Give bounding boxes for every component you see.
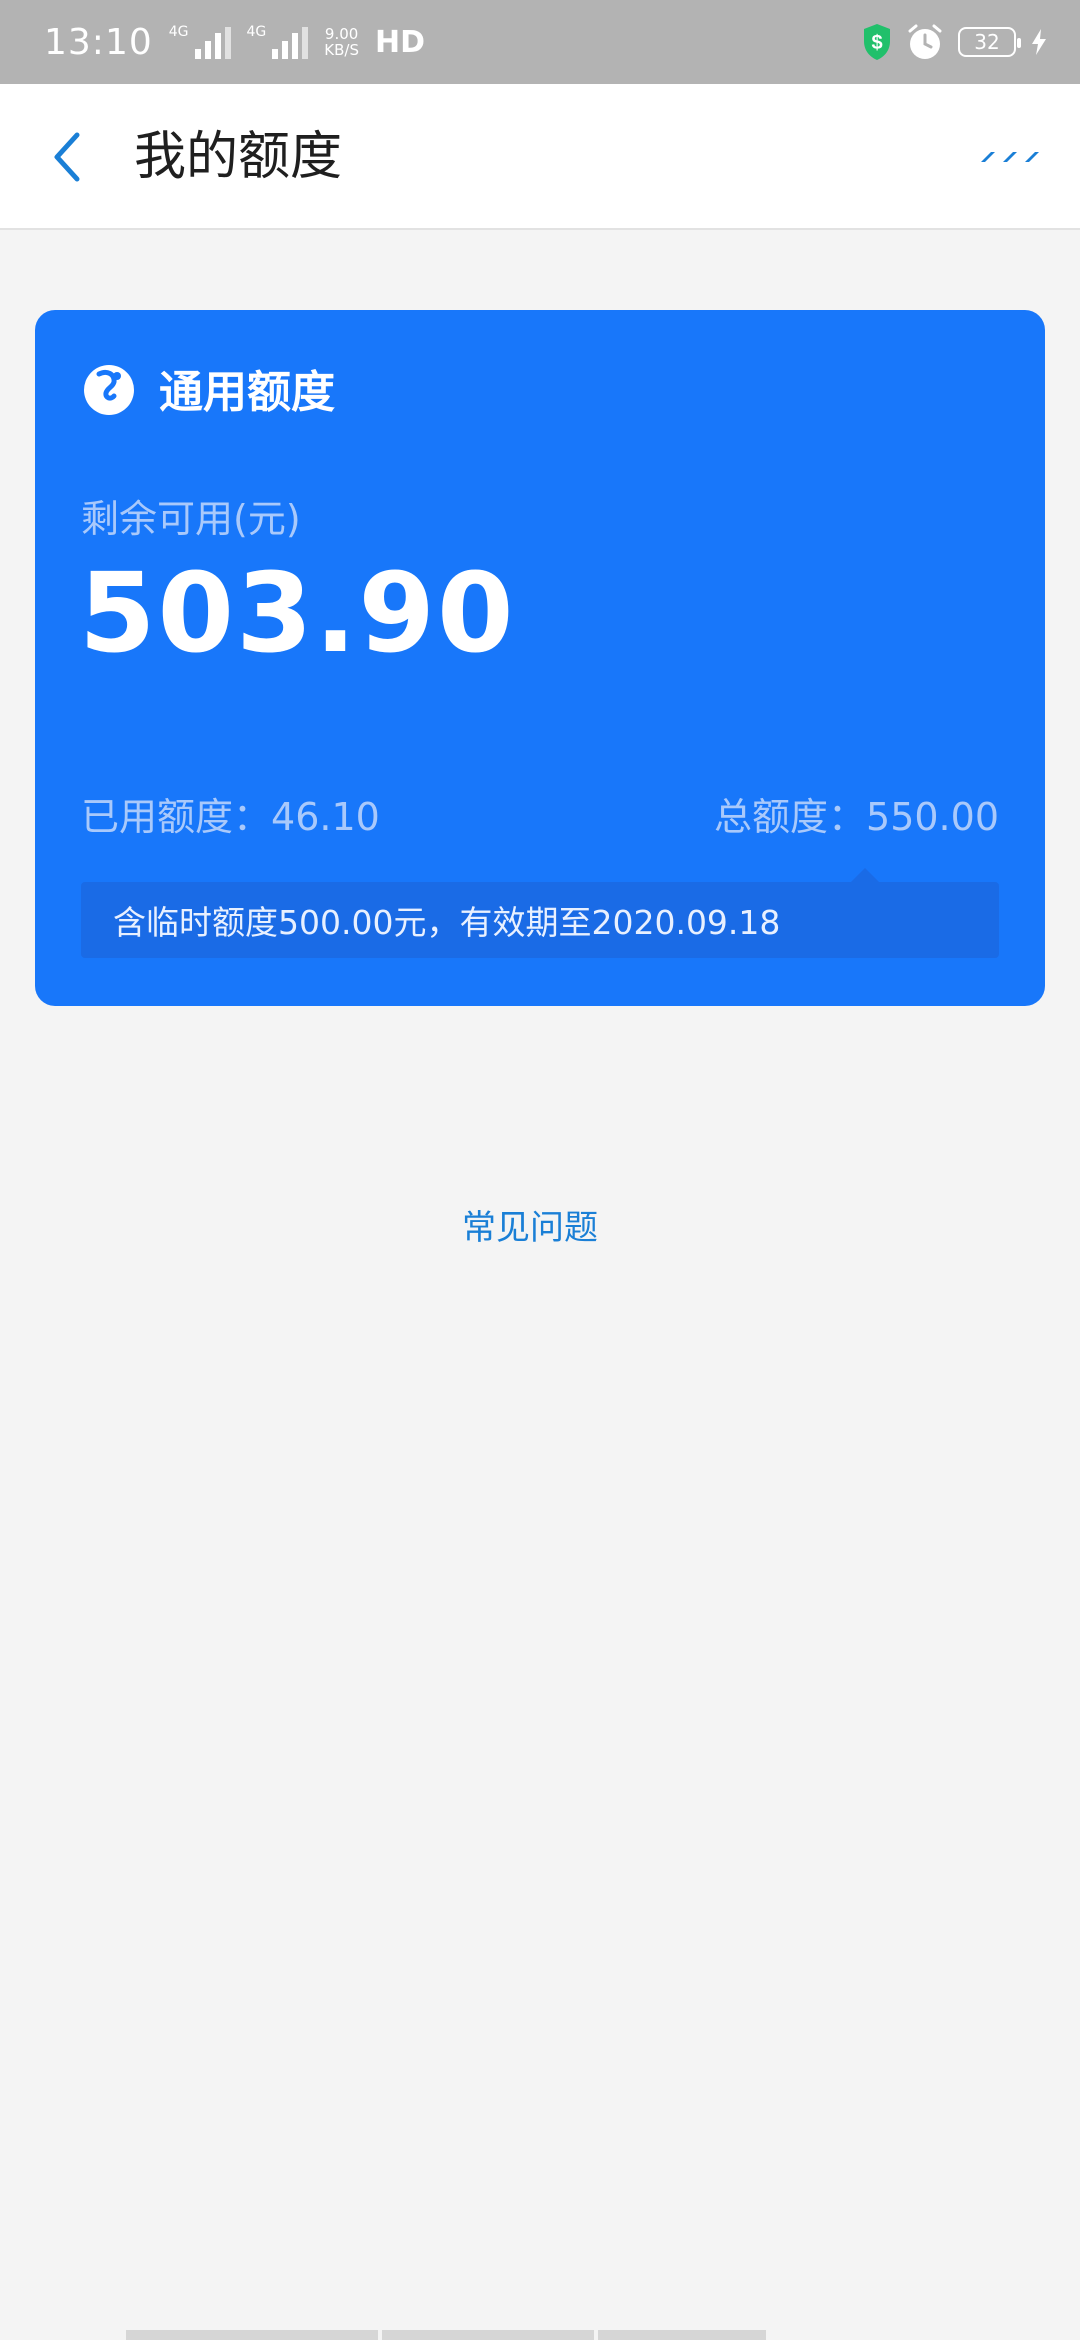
network-type-2: 4G [246,24,267,40]
total-quota-value: 550.00 [866,795,999,839]
network-speed: 9.00 KB/S [324,26,359,58]
total-quota: 总额度：550.00 [714,786,999,841]
svg-text:$: $ [871,32,882,54]
card-title: 通用额度 [159,367,335,418]
brand-logo-icon [84,365,134,415]
back-button[interactable] [36,122,96,192]
card-header: 通用额度 [81,356,335,420]
faq-link[interactable]: 常见问题 [0,1200,1060,1249]
charging-bolt-icon [1032,29,1046,55]
temporary-quota-tip: 含临时额度500.00元，有效期至2020.09.18 [81,868,999,958]
total-quota-label: 总额度： [714,795,867,839]
tip-arrow [851,868,879,882]
status-bar: 13:10 4G 4G 9.00 KB/S HD $ 32 [0,0,1080,84]
status-time: 13:10 [44,21,153,63]
nav-bar: 我的额度 [0,84,1080,230]
page-title: 我的额度 [134,127,343,187]
network-speed-unit: KB/S [324,41,359,59]
more-button[interactable] [974,132,1044,182]
used-quota-value: 46.10 [271,795,380,839]
alarm-icon [908,24,942,59]
used-quota: 已用额度：46.10 [81,786,380,841]
battery-level: 32 [974,30,1000,54]
network-type-1: 4G [168,24,189,40]
quota-card: 通用额度 剩余可用(元) 503.90 已用额度：46.10 总额度：550.0… [35,310,1045,1006]
network-speed-value: 9.00 [324,25,359,43]
status-left: 13:10 4G 4G 9.00 KB/S HD [44,0,425,84]
temporary-quota-text: 含临时额度500.00元，有效期至2020.09.18 [113,903,781,942]
used-quota-label: 已用额度： [81,795,272,839]
more-dots-icon [981,152,1039,162]
battery-icon: 32 [958,27,1021,57]
signal-2-icon: 4G [247,25,309,59]
hd-indicator: HD [374,24,425,60]
status-right: $ 32 [862,0,1048,84]
chevron-left-icon [54,132,80,182]
gesture-bar [126,2330,766,2340]
remaining-amount: 503.90 [79,549,516,677]
remaining-label: 剩余可用(元) [81,497,301,541]
signal-1-icon: 4G [169,25,231,59]
security-shield-icon: $ [864,24,890,60]
